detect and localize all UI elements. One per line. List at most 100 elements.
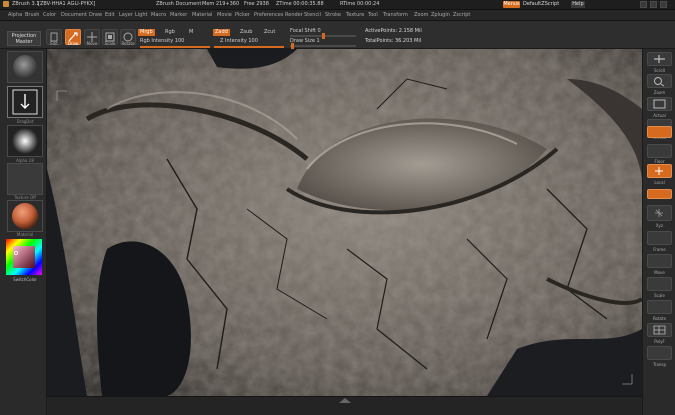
license-code: [ZBV-HHA1 AGLI-PYKX] — [38, 1, 96, 7]
local-label: Local — [654, 180, 665, 185]
polyframe-icon — [653, 325, 666, 335]
minimize-icon[interactable] — [640, 1, 647, 8]
lsym-button[interactable] — [647, 189, 672, 199]
scroll-button[interactable] — [647, 52, 672, 66]
polyf-button[interactable] — [647, 323, 672, 337]
standard-brush-icon — [13, 55, 37, 79]
alpha-slot[interactable] — [7, 125, 43, 157]
move-label: Move — [86, 41, 98, 46]
maximize-icon[interactable] — [650, 1, 657, 8]
stroke-slot[interactable] — [7, 86, 43, 118]
dragdot-stroke-icon — [12, 89, 38, 115]
rgb-intensity-fill — [140, 46, 210, 48]
rgb-button[interactable]: Rgb — [163, 29, 177, 36]
local-button[interactable] — [647, 164, 672, 178]
mrgb-button[interactable]: Mrgb — [138, 29, 155, 36]
actual-icon — [653, 99, 666, 109]
projection-master-button[interactable]: Projection Master — [7, 31, 41, 46]
brush-slot[interactable] — [7, 51, 43, 83]
zcut-button[interactable]: Zcut — [262, 29, 277, 36]
draw-label: Draw — [67, 41, 79, 46]
menu-render[interactable]: Render — [285, 12, 303, 18]
scroll-icon — [654, 55, 665, 63]
menu-bar: Alpha Brush Color Document Draw Edit Lay… — [0, 10, 675, 21]
actual-label: Actual — [653, 113, 666, 118]
menu-tool[interactable]: Tool — [368, 12, 378, 18]
switch-color-button[interactable]: SwitchColor — [5, 277, 45, 282]
floor-button[interactable] — [647, 144, 672, 158]
xyz-icon — [655, 209, 663, 217]
menu-document[interactable]: Document — [61, 12, 87, 18]
default-zscript-button[interactable]: DefaultZScript — [523, 1, 559, 7]
menu-preferences[interactable]: Preferences — [254, 12, 283, 18]
focal-shift-label: Focal Shift 0 — [290, 28, 321, 34]
scale-view-label: Scale — [654, 293, 665, 298]
menu-brush[interactable]: Brush — [25, 12, 39, 18]
close-icon[interactable] — [660, 1, 667, 8]
menu-edit[interactable]: Edit — [105, 12, 115, 18]
focal-shift-knob[interactable] — [322, 33, 325, 39]
rotate-view-button[interactable] — [647, 300, 672, 314]
material-slot-label: Material — [16, 232, 34, 237]
material-slot[interactable] — [7, 200, 43, 232]
color-picker[interactable] — [6, 239, 42, 275]
polyf-label: PolyF — [654, 339, 665, 344]
menu-layer[interactable]: Layer — [119, 12, 133, 18]
menu-picker[interactable]: Picker — [235, 12, 250, 18]
menu-stencil[interactable]: Stencil — [304, 12, 321, 18]
menus-button[interactable]: Menus — [503, 1, 520, 8]
frame-button[interactable] — [647, 231, 672, 245]
color-wheel-icon — [6, 239, 42, 275]
menu-alpha[interactable]: Alpha — [8, 12, 22, 18]
right-tray: Scroll Zoom Actual AAHalf Floor Local Xy… — [642, 49, 675, 415]
draw-size-slider[interactable] — [290, 45, 356, 47]
memory-readout: Mem 219+360 — [202, 1, 240, 7]
actual-button[interactable] — [647, 97, 672, 111]
move-view-button[interactable] — [647, 254, 672, 268]
menu-zoom[interactable]: Zoom — [414, 12, 428, 18]
menu-macro[interactable]: Macro — [151, 12, 166, 18]
material-sphere-icon — [12, 203, 38, 229]
title-bar: ZBrush 3.1 [ZBV-HHA1 AGLI-PYKX] ZBrush D… — [0, 0, 675, 10]
transp-label: Transp — [652, 362, 667, 367]
z-intensity-label: Z Intensity 100 — [220, 38, 258, 44]
menu-marker[interactable]: Marker — [170, 12, 187, 18]
menu-material[interactable]: Material — [192, 12, 212, 18]
move-view-label: Move — [654, 270, 665, 275]
alpha-icon — [12, 128, 38, 154]
m-button[interactable]: M — [187, 29, 195, 36]
transp-button[interactable] — [647, 346, 672, 360]
zsub-button[interactable]: Zsub — [238, 29, 254, 36]
zoom-icon — [654, 77, 665, 87]
collapse-arrow-icon[interactable] — [325, 397, 365, 405]
document-canvas[interactable] — [47, 49, 642, 396]
zadd-button[interactable]: Zadd — [213, 29, 230, 36]
scroll-label: Scroll — [654, 68, 665, 73]
menu-zscript[interactable]: Zscript — [453, 12, 470, 18]
free-readout: Free 2938 — [244, 1, 269, 7]
menu-transform[interactable]: Transform — [383, 12, 408, 18]
rotate-view-label: Rotate — [652, 316, 667, 321]
menu-color[interactable]: Color — [43, 12, 56, 18]
rotate-label: Rotate — [121, 41, 135, 46]
scale-view-button[interactable] — [647, 277, 672, 291]
total-points-readout: TotalPoints: 36.203 Mil — [365, 38, 422, 44]
persp-button[interactable] — [647, 126, 672, 138]
rgb-intensity-label: Rgb Intensity 100 — [140, 38, 185, 44]
help-button[interactable]: Help — [571, 1, 585, 8]
sculpt-viewport[interactable] — [47, 49, 642, 396]
document-name: ZBrush Document — [156, 1, 202, 7]
active-points-readout: ActivePoints: 2.158 Mil — [365, 28, 422, 34]
stroke-slot-label: DragDot — [16, 119, 34, 124]
menu-light[interactable]: Light — [135, 12, 147, 18]
menu-zplugin[interactable]: Zplugin — [431, 12, 450, 18]
texture-slot[interactable] — [7, 163, 43, 195]
menu-draw[interactable]: Draw — [89, 12, 102, 18]
xyz-button[interactable] — [647, 205, 672, 221]
menu-movie[interactable]: Movie — [217, 12, 232, 18]
menu-texture[interactable]: Texture — [346, 12, 364, 18]
rtime-readout: RTime 00:00:24 — [340, 1, 380, 7]
menu-stroke[interactable]: Stroke — [325, 12, 341, 18]
zoom-button[interactable] — [647, 74, 672, 88]
edit-label: Edit — [50, 41, 58, 46]
